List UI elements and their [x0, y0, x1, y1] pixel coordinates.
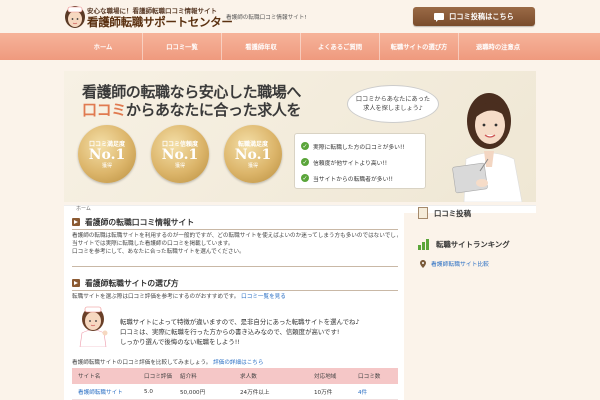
table-cell: 5.0	[144, 388, 153, 395]
hero-headline-rest: からあなたに合った求人を	[125, 101, 302, 119]
speech-line: しっかり選んで後悔のない転職をしよう!!	[120, 338, 240, 346]
review-count-link[interactable]: 4件	[354, 388, 398, 396]
medal-foot: 獲得	[101, 163, 112, 169]
choose-text: 転職サイトを選ぶ際は口コミ評価を参考にするのがおすすめです。	[72, 294, 240, 300]
table-cell: 10万件	[314, 389, 333, 396]
medal-rank: No.1	[234, 147, 272, 163]
medal-foot: 獲得	[247, 163, 258, 169]
section-heading-intro: 看護師の転職口コミ情報サイト	[72, 216, 194, 228]
nav-item-reviews[interactable]: 口コミ一覧	[142, 33, 221, 60]
post-review-button[interactable]: 口コミ投稿はこちら	[413, 7, 535, 26]
nav-item-resignation[interactable]: 退職時の注意点	[458, 33, 537, 60]
table-intro-text: 看護師転職サイトの口コミ評価を比較してみましょう。	[72, 360, 212, 366]
choose-paragraph: 転職サイトを選ぶ際は口コミ評価を参考にするのがおすすめです。 口コミ一覧を見る	[72, 293, 398, 301]
check-icon: ✓	[301, 174, 309, 182]
post-review-label: 口コミ投稿はこちら	[449, 11, 514, 21]
medal-rank: No.1	[88, 147, 126, 163]
nav-item-home[interactable]: ホーム	[64, 33, 142, 60]
chat-icon	[434, 13, 445, 22]
speech-line: 転職サイトによって特徴が違いますので、是非自分にあった転職サイトを選んでね♪	[120, 318, 360, 326]
feature-text: 信頼度が他サイトより高い!!	[313, 160, 388, 167]
check-icon: ✓	[301, 158, 309, 166]
medal-review-trust: 口コミ信頼度 No.1 獲得	[151, 125, 209, 183]
comparison-table: サイト名 口コミ評価 紹介料 求人数 対応地域 口コミ数 看護師転職サイト 5.…	[72, 368, 398, 400]
hero-headline-2: 口コミからあなたに合った求人を	[82, 99, 301, 120]
hero-headline-accent: 口コミ	[82, 101, 126, 119]
bubble-line-1: 口コミからあなたにあった	[355, 95, 431, 103]
column-header: 求人数	[240, 374, 257, 380]
note-icon	[418, 207, 428, 219]
hero-speech-bubble: 口コミからあなたにあった 求人を探しましょう♪	[347, 85, 439, 123]
hero-banner: 看護師の転職なら安心した職場へ 口コミからあなたに合った求人を 口コミ満足度 N…	[64, 71, 536, 202]
divider	[72, 229, 398, 230]
medal-foot: 獲得	[174, 163, 185, 169]
table-row: 看護師転職サイト 5.0 50,000円 24万件以上 10万件 4件	[72, 384, 398, 400]
divider	[72, 266, 398, 267]
speech-line: 口コミは、実際に転職を行った方からの書き込みなので、信頼度が高いです!	[120, 328, 340, 336]
column-header: 紹介料	[180, 374, 197, 380]
nurse-speech: 転職サイトによって特徴が違いますので、是非自分にあった転職サイトを選んでね♪ 口…	[120, 317, 396, 347]
feature-list: ✓ 実際に転職した方の口コミが多い!! ✓ 信頼度が他サイトより高い!! ✓ 当サイト…	[294, 133, 426, 189]
site-name-link[interactable]: 看護師転職サイト	[72, 388, 140, 396]
table-cell: 24万件以上	[240, 389, 270, 396]
sidebar-item-post-review[interactable]: 口コミ投稿	[418, 206, 471, 220]
column-header: 対応地域	[314, 374, 337, 380]
breadcrumb-home[interactable]: ホーム	[76, 206, 91, 212]
column-header: 口コミ数	[358, 374, 381, 380]
review-list-link[interactable]: 口コミ一覧を見る	[241, 294, 286, 300]
medal-job-satisfaction: 転職満足度 No.1 獲得	[224, 125, 282, 183]
bubble-line-2: 求人を探しましょう♪	[363, 105, 423, 112]
site-tagline: 看護師の転職口コミ情報サイト!	[226, 15, 307, 21]
feature-text: 実際に転職した方の口コミが多い!!	[313, 144, 405, 151]
nurse-logo-icon	[65, 6, 85, 28]
site-logo[interactable]: 安心な職場に！看護師転職口コミ情報サイト 看護師転職サポートセンター	[63, 3, 233, 31]
column-header: 口コミ評価	[144, 374, 172, 380]
sidebar-item-label: 転職サイトランキング	[436, 239, 510, 249]
global-nav: ホーム 口コミ一覧 看護師年収 よくあるご質問 転職サイトの選び方 退職時の注意…	[0, 33, 600, 60]
nurse-illustration	[79, 306, 108, 347]
medal-rank: No.1	[161, 147, 199, 163]
intro-paragraph: 看護師の転職は転職サイトを利用するのが一般的ですが、どの転職サイトを使えばよいの…	[72, 232, 398, 256]
sidebar-link-label: 看護師転職サイト比較	[431, 262, 489, 268]
site-header: 安心な職場に！看護師転職口コミ情報サイト 看護師転職サポートセンター 看護師の転…	[0, 0, 600, 33]
nurse-photo	[452, 93, 523, 202]
arrow-icon	[72, 218, 80, 226]
nav-item-salary[interactable]: 看護師年収	[221, 33, 300, 60]
nav-item-faq[interactable]: よくあるご質問	[300, 33, 379, 60]
feature-item: ✓ 実際に転職した方の口コミが多い!!	[301, 138, 419, 154]
section-heading-choose: 看護師転職サイトの選び方	[72, 277, 179, 289]
table-intro: 看護師転職サイトの口コミ評価を比較してみましょう。 評価の詳細はこちら	[72, 359, 398, 367]
bar-chart-icon	[418, 238, 430, 250]
intro-line: 看護師の転職は転職サイトを利用するのが一般的ですが、どの転職サイトを使えばよいの…	[72, 233, 398, 239]
sidebar-item-label: 口コミ投稿	[434, 208, 471, 218]
column-header: サイト名	[78, 374, 101, 380]
medal-review-satisfaction: 口コミ満足度 No.1 獲得	[78, 125, 136, 183]
main-content: 看護師の転職口コミ情報サイト 看護師の転職は転職サイトを利用するのが一般的ですが…	[64, 213, 404, 400]
sidebar-item-ranking[interactable]: 転職サイトランキング	[418, 237, 510, 251]
table-detail-link[interactable]: 評価の詳細はこちら	[213, 360, 263, 366]
section-title: 看護師の転職口コミ情報サイト	[85, 217, 195, 227]
table-cell: 50,000円	[180, 389, 206, 396]
divider	[72, 290, 398, 291]
intro-line: 口コミを参考にして、あなたに合った転職サイトを選んでください。	[72, 249, 245, 255]
table-header: サイト名 口コミ評価 紹介料 求人数 対応地域 口コミ数	[72, 368, 398, 384]
logo-title: 看護師転職サポートセンター	[87, 15, 233, 29]
feature-item: ✓ 当サイトからの転職者が多い!!	[301, 170, 419, 186]
map-pin-icon	[420, 259, 426, 268]
nav-item-how-to-choose[interactable]: 転職サイトの選び方	[379, 33, 458, 60]
sidebar-link[interactable]: 看護師転職サイト比較	[420, 259, 489, 268]
arrow-icon	[72, 279, 80, 287]
check-icon: ✓	[301, 142, 309, 150]
section-title: 看護師転職サイトの選び方	[85, 278, 179, 288]
feature-item: ✓ 信頼度が他サイトより高い!!	[301, 154, 419, 170]
feature-text: 当サイトからの転職者が多い!!	[313, 176, 394, 183]
intro-line: 当サイトでは実際に転職した看護師の口コミを掲載しています。	[72, 241, 234, 247]
